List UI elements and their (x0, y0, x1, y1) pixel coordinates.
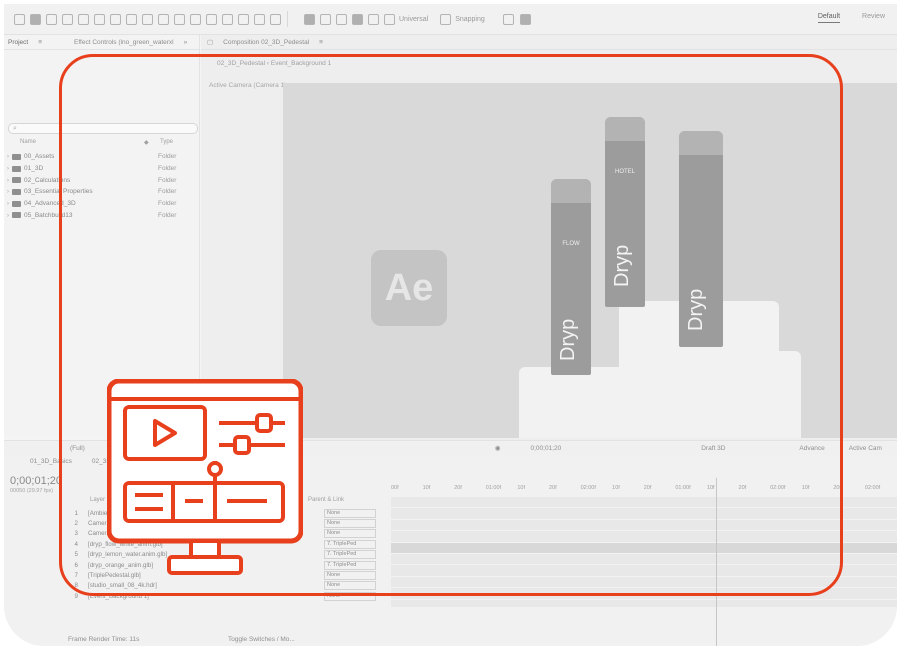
tool-icons (14, 13, 281, 25)
gizmo-rotate-icon[interactable] (384, 13, 395, 25)
universal-label[interactable]: Universal (399, 16, 428, 23)
pan-tool-icon[interactable] (94, 13, 105, 25)
chevron-right-icon[interactable]: › (4, 188, 12, 195)
column-name[interactable]: Name (20, 139, 36, 145)
type-tool-icon[interactable] (190, 13, 201, 25)
gizmo-move-icon[interactable] (352, 13, 363, 25)
lock-icon[interactable]: ▢ (207, 38, 213, 46)
snapping-checkbox[interactable] (440, 13, 452, 25)
mask-feather-icon[interactable] (519, 13, 531, 25)
folder-icon (12, 153, 21, 160)
home-icon[interactable] (14, 13, 25, 25)
project-panel-tabs: Project ≡ Effect Controls (lno_green_wat… (4, 35, 199, 50)
zoom-tool-icon[interactable] (62, 13, 73, 25)
workspace-switcher: Default Review (817, 13, 885, 23)
folder-icon (12, 188, 21, 195)
workspace-default[interactable]: Default (817, 13, 841, 23)
toolbar: Universal Snapping Default Review (4, 4, 897, 35)
timecode-display[interactable]: 0;00;01;20 (10, 475, 62, 487)
roto-tool-icon[interactable] (254, 13, 265, 25)
selection-tool-icon[interactable] (30, 13, 41, 25)
chevron-right-icon[interactable]: › (4, 200, 12, 207)
frame-rate-readout: 00050 (29.97 fps) (10, 488, 54, 494)
pen-tool-icon[interactable] (174, 13, 185, 25)
chevron-right-icon[interactable]: › (4, 177, 12, 184)
status-bar: Frame Render Time: 11s Toggle Switches /… (4, 636, 897, 646)
axis-icons (304, 13, 395, 25)
puppet-tool-icon[interactable] (270, 13, 281, 25)
chevron-right-icon[interactable]: › (4, 212, 12, 219)
ruler-tick-label: 02:00f (864, 485, 881, 491)
page-frame: Universal Snapping Default Review Projec… (0, 0, 900, 650)
rectangle-tool-icon[interactable] (158, 13, 169, 25)
rotate-tool-icon[interactable] (126, 13, 137, 25)
hand-tool-icon[interactable] (46, 13, 57, 25)
workspace-review[interactable]: Review (862, 13, 885, 23)
tab-menu-icon[interactable]: ≡ (319, 39, 323, 46)
panel-overflow-icon[interactable]: » (184, 39, 188, 46)
gizmo-scale-icon[interactable] (368, 13, 379, 25)
layer-number: 9 (74, 592, 78, 600)
local-axis-icon[interactable] (304, 13, 315, 25)
chevron-right-icon[interactable]: › (4, 153, 12, 160)
folder-icon (12, 200, 21, 207)
composition-tabs: ▢ Composition 02_3D_Pedestal ≡ (201, 35, 897, 50)
view-axis-icon[interactable] (336, 13, 347, 25)
snap-options-icon[interactable] (502, 13, 514, 25)
menu-icon[interactable]: ≡ (38, 39, 42, 46)
search-icon: ⌕ (13, 125, 17, 132)
tab-effect-controls[interactable]: Effect Controls (lno_green_waterxl (74, 39, 174, 46)
render-time-label: Frame Render Time: 11s (68, 636, 140, 643)
composition-tab[interactable]: Composition 02_3D_Pedestal (223, 39, 309, 46)
world-axis-icon[interactable] (320, 13, 331, 25)
folder-icon (12, 212, 21, 219)
eraser-tool-icon[interactable] (238, 13, 249, 25)
tab-project[interactable]: Project (8, 39, 28, 46)
clone-tool-icon[interactable] (222, 13, 233, 25)
anchor-tool-icon[interactable] (142, 13, 153, 25)
orbit-tool-icon[interactable] (78, 13, 89, 25)
active-camera-dropdown[interactable]: Active Cam (849, 445, 882, 452)
snapping-label[interactable]: Snapping (455, 16, 485, 23)
toolbar-divider (287, 11, 288, 27)
dolly-tool-icon[interactable] (110, 13, 121, 25)
video-editing-monitor-icon (107, 379, 303, 575)
brush-tool-icon[interactable] (206, 13, 217, 25)
folder-icon (12, 177, 21, 184)
toggle-switches-button[interactable]: Toggle Switches / Mo... (228, 636, 295, 643)
chevron-right-icon[interactable]: › (4, 165, 12, 172)
folder-icon (12, 165, 21, 172)
